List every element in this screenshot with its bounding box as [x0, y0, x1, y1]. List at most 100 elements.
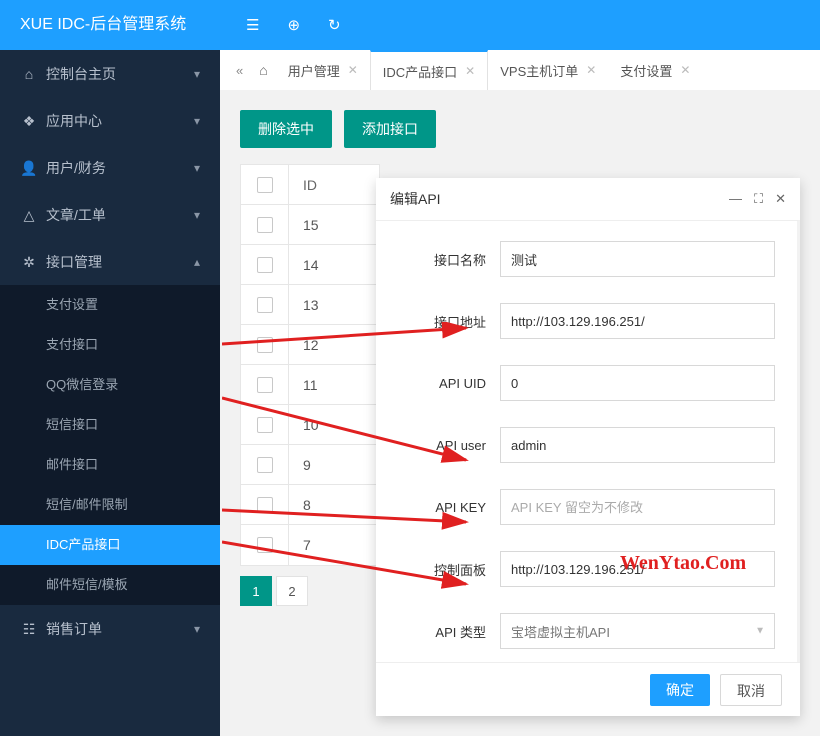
tab-bar: « ⌂ 用户管理 ✕ IDC产品接口 ✕ VPS主机订单 ✕ 支付设置 ✕ — [220, 50, 820, 90]
sidebar-sub-pay-api[interactable]: 支付接口 — [0, 325, 220, 365]
modal-body[interactable]: 接口名称 接口地址 API UID API user API KEY 控制面板 … — [376, 220, 800, 662]
list-icon: ☷ — [20, 621, 38, 638]
field-label-type: API 类型 — [398, 622, 486, 641]
row-checkbox[interactable] — [257, 337, 273, 353]
globe-icon[interactable]: ⊕ — [287, 16, 300, 34]
row-checkbox[interactable] — [257, 457, 273, 473]
maximize-icon[interactable]: ⛶ — [754, 191, 763, 207]
chevron-down-icon: ▾ — [194, 161, 200, 175]
page-button-2[interactable]: 2 — [276, 576, 308, 606]
top-icon-group: ☰ ⊕ ↻ — [220, 16, 341, 34]
select-all-checkbox[interactable] — [257, 177, 273, 193]
api-uid-input[interactable] — [500, 365, 775, 401]
sidebar-item-api[interactable]: ✲ 接口管理 ▴ — [0, 238, 220, 285]
sidebar-item-label: 控制台主页 — [46, 66, 116, 82]
sidebar-sub-pay-settings[interactable]: 支付设置 — [0, 285, 220, 325]
chevron-up-icon: ▴ — [194, 255, 200, 269]
tab-label: 支付设置 — [620, 61, 672, 80]
row-checkbox[interactable] — [257, 257, 273, 273]
row-id: 12 — [289, 337, 379, 353]
close-icon[interactable]: ✕ — [348, 63, 358, 77]
field-label-uid: API UID — [398, 376, 486, 391]
add-api-button[interactable]: 添加接口 — [344, 110, 436, 148]
close-icon[interactable]: ✕ — [465, 64, 475, 78]
row-id: 8 — [289, 497, 379, 513]
sidebar-item-orders[interactable]: ☷ 销售订单 ▾ — [0, 605, 220, 652]
user-icon: 👤 — [20, 160, 38, 177]
sidebar-sub-idc-product[interactable]: IDC产品接口 — [0, 525, 220, 565]
confirm-button[interactable]: 确定 — [650, 674, 710, 706]
table-row: 11 — [241, 365, 379, 405]
control-panel-input[interactable] — [500, 551, 775, 587]
table-row: 15 — [241, 205, 379, 245]
sidebar-item-label: 接口管理 — [46, 254, 102, 270]
sidebar-sub-mail-api[interactable]: 邮件接口 — [0, 445, 220, 485]
sidebar-item-label: 文章/工单 — [46, 207, 106, 223]
delete-selected-button[interactable]: 删除选中 — [240, 110, 332, 148]
sidebar-item-label: 应用中心 — [46, 113, 102, 129]
tab-user-mgmt[interactable]: 用户管理 ✕ — [276, 50, 370, 90]
tab-home-icon[interactable]: ⌂ — [251, 62, 275, 78]
sidebar-sub-sms-api[interactable]: 短信接口 — [0, 405, 220, 445]
close-icon[interactable]: ✕ — [586, 63, 596, 77]
top-bar: XUE IDC-后台管理系统 ☰ ⊕ ↻ — [0, 0, 820, 50]
sidebar-item-dashboard[interactable]: ⌂控制台主页 ▾ — [0, 50, 220, 97]
table-row: 14 — [241, 245, 379, 285]
row-checkbox[interactable] — [257, 297, 273, 313]
row-id: 7 — [289, 537, 379, 553]
apps-icon: ❖ — [20, 113, 38, 130]
sidebar-sub-mail-sms-tpl[interactable]: 邮件短信/模板 — [0, 565, 220, 605]
tab-pay-settings[interactable]: 支付设置 ✕ — [608, 50, 702, 90]
sidebar-sub-sms-mail-limit[interactable]: 短信/邮件限制 — [0, 485, 220, 525]
menu-toggle-icon[interactable]: ☰ — [246, 16, 259, 34]
sidebar-item-label: 销售订单 — [46, 621, 102, 637]
tab-label: IDC产品接口 — [383, 62, 457, 81]
api-key-input[interactable] — [500, 489, 775, 525]
close-icon[interactable]: ✕ — [775, 191, 786, 207]
edit-api-modal: 编辑API — ⛶ ✕ 接口名称 接口地址 API UID API user A… — [376, 178, 800, 716]
home-icon: ⌂ — [20, 66, 38, 82]
bell-icon: △ — [20, 207, 38, 224]
chevron-down-icon: ▾ — [194, 208, 200, 222]
row-checkbox[interactable] — [257, 377, 273, 393]
tab-idc-product[interactable]: IDC产品接口 ✕ — [370, 50, 488, 90]
refresh-icon[interactable]: ↻ — [328, 16, 341, 34]
sidebar-item-apps[interactable]: ❖ 应用中心 ▾ — [0, 97, 220, 144]
tab-label: 用户管理 — [288, 61, 340, 80]
tabs-scroll-left-icon[interactable]: « — [228, 63, 251, 78]
page-button-1[interactable]: 1 — [240, 576, 272, 606]
cancel-button[interactable]: 取消 — [720, 674, 782, 706]
tab-label: VPS主机订单 — [500, 61, 578, 80]
row-checkbox[interactable] — [257, 497, 273, 513]
table-row: 7 — [241, 525, 379, 565]
field-label-url: 接口地址 — [398, 312, 486, 331]
api-table: ID 15 14 13 12 11 10 9 8 7 — [240, 164, 380, 566]
modal-title: 编辑API — [390, 189, 441, 209]
sidebar-sub-qq-wechat[interactable]: QQ微信登录 — [0, 365, 220, 405]
brand-title: XUE IDC-后台管理系统 — [0, 0, 220, 50]
row-id: 11 — [289, 377, 379, 393]
row-checkbox[interactable] — [257, 537, 273, 553]
table-row: 9 — [241, 445, 379, 485]
sidebar-item-users[interactable]: 👤用户/财务 ▾ — [0, 144, 220, 191]
modal-footer: 确定 取消 — [376, 662, 800, 716]
table-row: 10 — [241, 405, 379, 445]
row-id: 9 — [289, 457, 379, 473]
tab-vps-orders[interactable]: VPS主机订单 ✕ — [488, 50, 608, 90]
table-header-id[interactable]: ID — [289, 177, 379, 193]
field-label-name: 接口名称 — [398, 250, 486, 269]
close-icon[interactable]: ✕ — [680, 63, 690, 77]
minimize-icon[interactable]: — — [729, 191, 742, 207]
chevron-down-icon: ▾ — [194, 622, 200, 636]
gear-icon: ✲ — [20, 254, 38, 271]
api-type-select[interactable] — [500, 613, 775, 649]
row-id: 15 — [289, 217, 379, 233]
api-user-input[interactable] — [500, 427, 775, 463]
table-row: 8 — [241, 485, 379, 525]
row-checkbox[interactable] — [257, 417, 273, 433]
row-checkbox[interactable] — [257, 217, 273, 233]
api-name-input[interactable] — [500, 241, 775, 277]
chevron-down-icon: ▾ — [194, 114, 200, 128]
sidebar-item-articles[interactable]: △ 文章/工单 ▾ — [0, 191, 220, 238]
api-url-input[interactable] — [500, 303, 775, 339]
